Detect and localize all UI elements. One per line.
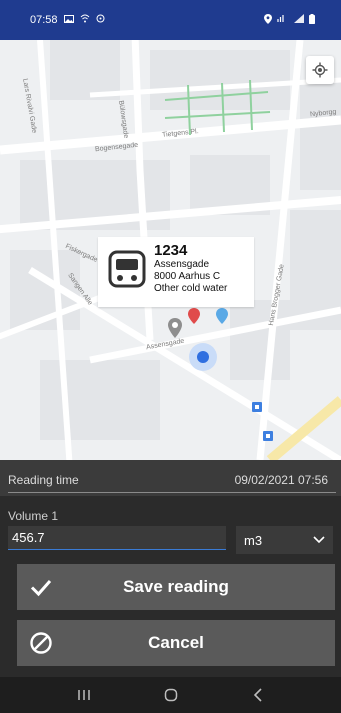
meter-marker-grey[interactable] xyxy=(168,318,182,338)
system-nav-bar xyxy=(0,677,341,713)
home-button[interactable] xyxy=(156,683,186,707)
save-reading-label: Save reading xyxy=(123,577,229,596)
phone-screen: 07:58 Lars Rivalvi Gade Bülowsgade Tietg… xyxy=(0,0,341,713)
current-location-icon xyxy=(189,343,217,371)
back-icon xyxy=(253,688,262,702)
save-reading-button[interactable]: Save reading xyxy=(17,564,335,610)
sync-icon xyxy=(96,14,105,26)
cancel-button[interactable]: Cancel xyxy=(17,620,335,666)
back-button[interactable] xyxy=(243,683,273,707)
crosshair-icon xyxy=(312,62,328,78)
volume-label: Volume 1 xyxy=(8,509,59,523)
recent-apps-button[interactable] xyxy=(69,683,99,707)
recent-apps-icon xyxy=(77,690,90,700)
home-icon xyxy=(164,688,177,702)
meter-marker-red[interactable] xyxy=(188,308,200,324)
wifi-icon xyxy=(80,14,90,26)
map-view[interactable]: Lars Rivalvi Gade Bülowsgade Tietgens Pl… xyxy=(0,40,341,460)
cancel-icon xyxy=(30,632,52,654)
location-icon xyxy=(264,13,272,27)
gallery-icon xyxy=(63,14,74,26)
network-type-icon xyxy=(277,14,289,26)
meter-icon xyxy=(108,250,146,288)
meter-info-popup[interactable]: 1234 Assensgade 8000 Aarhus C Other cold… xyxy=(98,237,254,307)
status-left: 07:58 xyxy=(30,14,105,26)
cancel-label: Cancel xyxy=(148,633,204,652)
my-location-button[interactable] xyxy=(306,56,334,84)
meter-street: Assensgade xyxy=(154,259,210,270)
checkmark-icon xyxy=(30,580,52,597)
status-time: 07:58 xyxy=(30,14,58,26)
reading-time-row: Reading time 09/02/2021 07:56 xyxy=(0,460,341,496)
signal-icon xyxy=(294,14,304,26)
meter-marker-blue[interactable] xyxy=(216,308,228,324)
reading-time-label: Reading time xyxy=(8,473,79,487)
status-right xyxy=(264,13,315,27)
meter-city: 8000 Aarhus C xyxy=(154,271,221,282)
chevron-down-icon xyxy=(313,536,325,544)
status-bar: 07:58 xyxy=(0,0,341,40)
divider xyxy=(8,492,336,493)
unit-value: m3 xyxy=(244,532,263,548)
meter-type: Other cold water xyxy=(154,283,228,294)
unit-select[interactable]: m3 xyxy=(236,526,333,554)
reading-panel: Reading time 09/02/2021 07:56 Volume 1 m… xyxy=(0,460,341,677)
meter-id: 1234 xyxy=(154,242,188,259)
battery-icon xyxy=(309,13,315,27)
meter-info: 1234 Assensgade 8000 Aarhus C Other cold… xyxy=(154,242,227,303)
reading-time-value[interactable]: 09/02/2021 07:56 xyxy=(235,473,328,487)
volume-input[interactable] xyxy=(8,526,226,550)
